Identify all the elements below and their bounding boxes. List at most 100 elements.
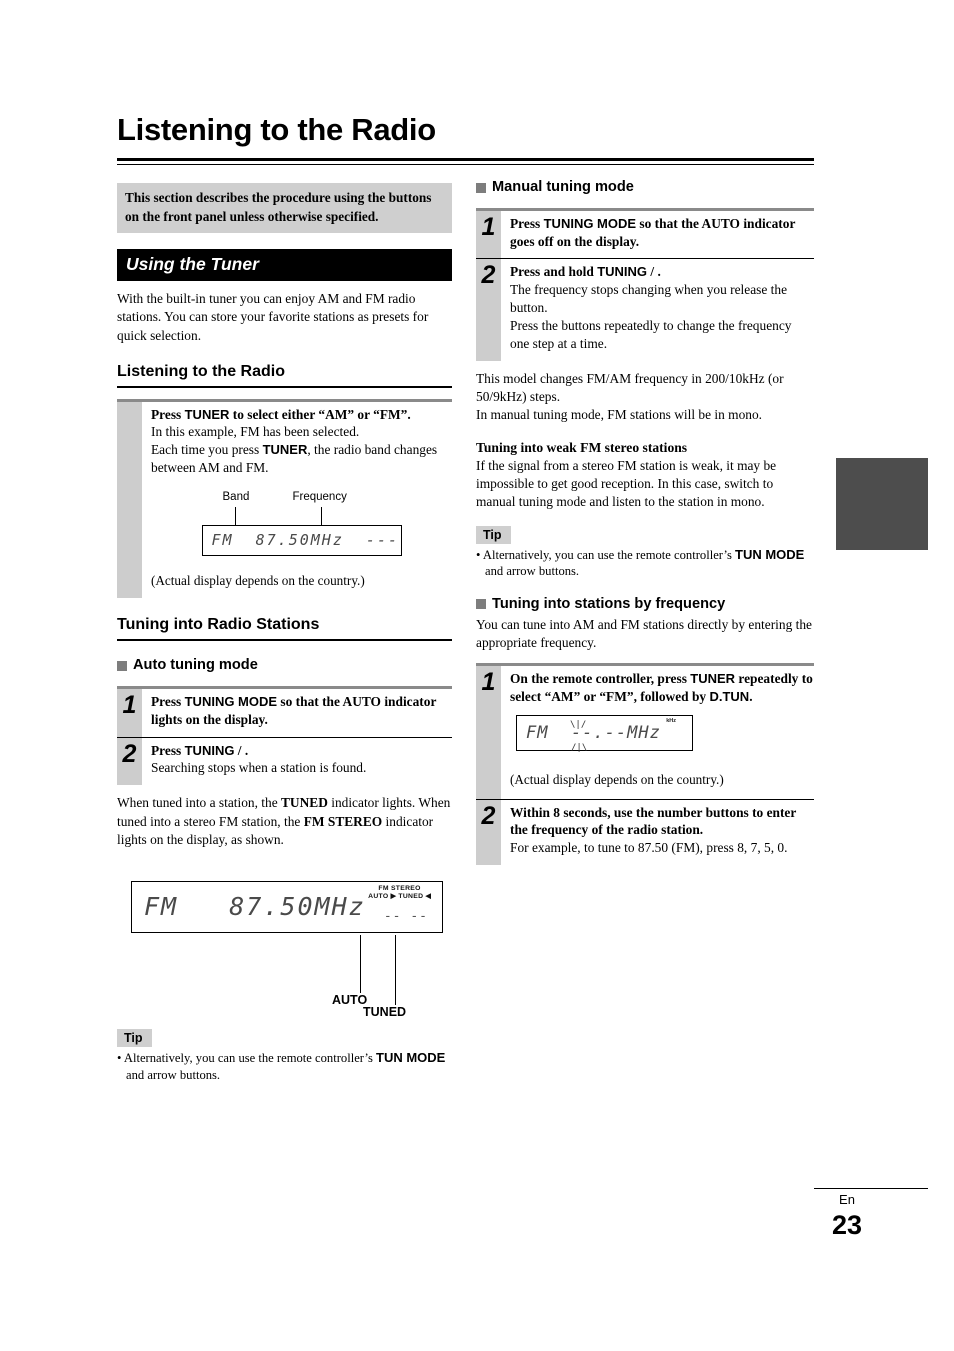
callout-band: Band	[222, 491, 250, 504]
step-line-3: Each time you press TUNER, the radio ban…	[151, 441, 452, 477]
step-title-part3: to select either “AM” or “FM”.	[229, 406, 411, 422]
step-content: Press TUNING MODE so that the AUTO indic…	[142, 689, 452, 736]
blink-marks-bottom-row: /|\	[510, 743, 814, 761]
lcd-indicator-fm-stereo: FM STEREO	[378, 885, 421, 893]
step-list-by-frequency: 1 On the remote controller, press TUNER …	[476, 663, 814, 865]
callout-frequency: Frequency	[292, 491, 347, 504]
step-content: Within 8 seconds, use the number buttons…	[501, 800, 814, 865]
step-text: Searching stops when a station is found.	[151, 760, 367, 776]
page-number: 23	[831, 1210, 863, 1240]
button-name-tuning: TUNING	[597, 264, 648, 280]
step-number: 2	[476, 799, 501, 865]
page-header: Listening to the Radio	[117, 112, 814, 165]
tip-text-left: • Alternatively, you can use the remote …	[117, 1050, 452, 1083]
callout-auto: AUTO	[332, 993, 368, 1008]
step-title-part1: Press and hold	[510, 264, 598, 280]
step-item: 2 Within 8 seconds, use the number butto…	[476, 798, 814, 865]
paragraph-mono: In manual tuning mode, FM stations will …	[476, 407, 763, 423]
step-content: Press and hold TUNING / . The frequency …	[501, 259, 814, 361]
heading-tuning-by-frequency-label: Tuning into stations by frequency	[492, 595, 726, 612]
callout-leader-band	[234, 507, 236, 526]
lcd-indicator-khz: kHz	[666, 717, 676, 724]
button-name-tuner: TUNER	[184, 406, 230, 422]
step-item: 2 Press TUNING / . Searching stops when …	[117, 736, 452, 786]
button-name-tuner-2: TUNER	[262, 442, 308, 458]
step-line-2: In this example, FM has been selected.	[151, 424, 360, 440]
footer-rule	[814, 1188, 928, 1189]
section-banner-using-the-tuner: Using the Tuner	[117, 249, 452, 281]
heading-manual-tuning-mode-label: Manual tuning mode	[492, 179, 634, 195]
step-list-auto-tuning: 1 Press TUNING MODE so that the AUTO ind…	[117, 686, 452, 786]
button-name-tuning: TUNING	[184, 742, 235, 758]
indicator-name-fm-stereo: FM STEREO	[303, 813, 383, 829]
step-number: 2	[476, 259, 501, 361]
lcd-display-small: FM 87.50MHz ---	[201, 525, 402, 557]
paragraph-tuned-indicator: When tuned into a station, the TUNED ind…	[117, 794, 452, 849]
step-title-part5: .	[749, 688, 753, 704]
lcd-indicator-auto-tuned: AUTO ▶ TUNED ◀	[368, 892, 431, 900]
step-item: 1 On the remote controller, press TUNER …	[476, 666, 814, 799]
step-title: Press TUNER to select either “AM” or “FM…	[151, 406, 452, 424]
step-number	[117, 401, 142, 599]
step-text: For example, to tune to 87.50 (FM), pres…	[510, 839, 788, 855]
step-title-part1: Press	[151, 406, 185, 422]
step-title-part3: / .	[647, 264, 661, 280]
title-rule-thick	[117, 158, 814, 161]
paragraph-frequency-steps: This model changes FM/AM frequency in 20…	[476, 370, 784, 405]
step-item: 1 Press TUNING MODE so that the AUTO ind…	[117, 689, 452, 737]
step-content: On the remote controller, press TUNER re…	[501, 666, 814, 798]
intro-paragraph: With the built-in tuner you can enjoy AM…	[117, 291, 429, 343]
heading-manual-tuning-mode: Manual tuning mode	[476, 178, 814, 197]
tip-label-left: Tip	[117, 1029, 152, 1048]
tip-part1: • Alternatively, you can use the remote …	[476, 547, 736, 562]
square-bullet-icon	[476, 599, 486, 610]
page-title: Listening to the Radio	[117, 112, 436, 147]
button-name-tun-mode: TUN MODE	[735, 546, 805, 562]
step-title-part1: Press	[510, 216, 544, 231]
edge-tab-marker	[836, 458, 928, 550]
step-title-part1: Press	[151, 742, 185, 758]
intro-note: This section describes the procedure usi…	[117, 183, 452, 233]
heading-auto-tuning-mode: Auto tuning mode	[117, 656, 452, 675]
runin-heading-weak-fm: Tuning into weak FM stereo stations	[476, 439, 688, 455]
paragraph-by-frequency: You can tune into AM and FM stations dir…	[476, 616, 812, 651]
callout-leader-auto	[360, 935, 362, 994]
square-bullet-icon	[476, 182, 486, 193]
lcd-display-small-text: FM 87.50MHz ---	[211, 531, 400, 550]
step-title-part1: Press	[151, 694, 185, 710]
tip-label-right: Tip	[476, 525, 511, 544]
step-item: Press TUNER to select either “AM” or “FM…	[117, 401, 452, 599]
subheading-rule	[117, 385, 452, 388]
callout-tuned: TUNED	[363, 1005, 407, 1020]
lcd-display-big-figure: FM STEREO FM STEREO AUTO ▶ TUNED ◀ FM 87…	[117, 881, 452, 1029]
step-content: Press TUNING / . Searching stops when a …	[142, 738, 452, 786]
callout-leader-tuned	[395, 935, 397, 1006]
step-title: Press TUNING / .	[151, 742, 452, 760]
step-list-tuner-select: Press TUNER to select either “AM” or “FM…	[117, 398, 452, 599]
display-caption: (Actual display depends on the country.)	[151, 573, 365, 589]
display-callouts-small: Band Frequency	[177, 491, 427, 526]
tip-part3: and arrow buttons.	[485, 564, 580, 579]
blink-marks-bottom-icon: /|\	[571, 742, 588, 753]
step-text: The frequency stops changing when you re…	[510, 281, 792, 351]
step-title-part1: On the remote controller, press	[510, 671, 691, 687]
step-list-manual-tuning: 1 Press TUNING MODE so that the AUTO ind…	[476, 208, 814, 361]
callout-leader-frequency	[320, 507, 322, 526]
step-number: 1	[117, 689, 142, 737]
title-rule-thin	[117, 164, 814, 165]
heading-tuning-by-frequency: Tuning into stations by frequency	[476, 595, 814, 614]
step-title: Press and hold TUNING / .	[510, 263, 814, 281]
square-bullet-icon	[117, 660, 127, 671]
step-line3-part1: Each time you press	[151, 442, 263, 458]
button-name-tuner: TUNER	[690, 671, 736, 687]
display-caption: (Actual display depends on the country.)	[510, 771, 724, 787]
para-part1: When tuned into a station, the	[117, 795, 281, 811]
blink-marks-top-icon: \|/	[570, 719, 587, 730]
step-title: Within 8 seconds, use the number buttons…	[510, 804, 797, 838]
step-title-part3: / .	[234, 742, 249, 758]
lcd-display-frequency-entry: kHz FM --.--MHz \|/	[516, 714, 693, 751]
step-number: 1	[476, 211, 501, 259]
tip-text-right: • Alternatively, you can use the remote …	[476, 547, 814, 580]
paragraph-weak-fm: If the signal from a stereo FM station i…	[476, 457, 777, 510]
step-content: Press TUNER to select either “AM” or “FM…	[142, 402, 452, 599]
